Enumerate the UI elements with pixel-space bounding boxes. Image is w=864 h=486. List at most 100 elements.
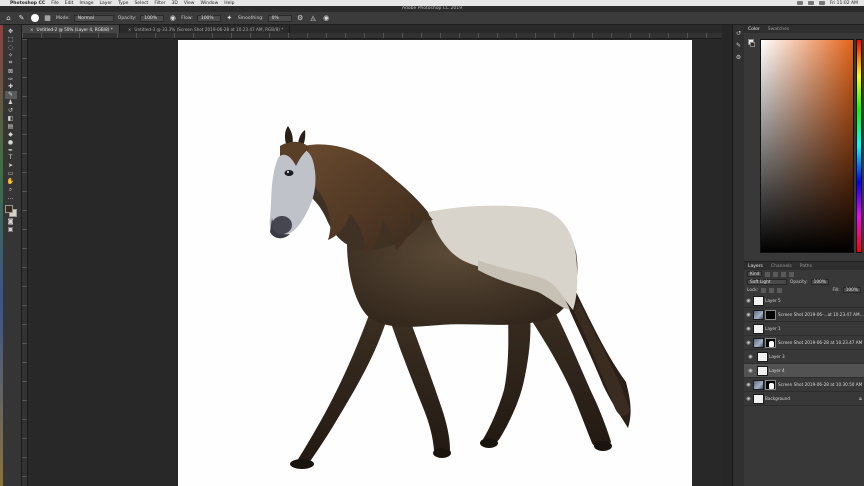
smoothing-field[interactable]: 0% bbox=[267, 14, 292, 22]
lock-all-icon[interactable] bbox=[777, 287, 783, 293]
tab-swatches[interactable]: Swatches bbox=[768, 27, 790, 32]
screen-mode-icon[interactable]: ▣ bbox=[5, 226, 17, 233]
tab-layers[interactable]: Layers bbox=[748, 264, 763, 269]
layer-row[interactable]: ◉ Layer 1 bbox=[744, 322, 864, 336]
filter-pixel-icon[interactable] bbox=[765, 271, 771, 277]
eye-icon[interactable]: ◉ bbox=[744, 298, 753, 304]
brush-tool-icon[interactable]: ✎ bbox=[17, 14, 26, 23]
layer-row[interactable]: ◉ Layer 3 bbox=[744, 350, 864, 364]
pressure-opacity-icon[interactable]: ◉ bbox=[168, 14, 177, 23]
layer-row[interactable]: ◉ Screen Shot 2019-06-28 at 10.23.47 AM bbox=[744, 336, 864, 350]
move-tool-icon[interactable]: ✥ bbox=[5, 28, 17, 35]
eye-icon[interactable]: ◉ bbox=[744, 396, 753, 402]
eye-icon[interactable]: ◉ bbox=[744, 312, 753, 318]
tab-untitled-3[interactable]: × Untitled-3 @ 33.3% (Screen Shot 2019-0… bbox=[120, 25, 291, 33]
status-icon[interactable] bbox=[796, 1, 803, 5]
eye-icon[interactable]: ◉ bbox=[744, 368, 757, 374]
tab-color[interactable]: Color bbox=[748, 27, 760, 32]
tab-channels[interactable]: Channels bbox=[771, 264, 792, 269]
crop-tool-icon[interactable]: ⌗ bbox=[5, 59, 17, 67]
pen-tool-icon[interactable]: ✒ bbox=[5, 146, 17, 154]
layer-row[interactable]: ◉ Layer 5 bbox=[744, 294, 864, 308]
brush-tool-icon[interactable]: ✎ bbox=[4, 91, 17, 99]
gradient-tool-icon[interactable]: ▤ bbox=[5, 123, 17, 130]
frame-tool-icon[interactable]: ⊠ bbox=[5, 67, 17, 75]
layer-row[interactable]: ◉ Background 🔒︎ bbox=[744, 392, 864, 406]
brush-settings-icon[interactable]: ▦ bbox=[43, 14, 52, 23]
lock-icon[interactable]: 🔒︎ bbox=[857, 396, 864, 402]
eyedropper-tool-icon[interactable]: ✑ bbox=[5, 75, 17, 83]
mode-select[interactable]: Normal bbox=[73, 14, 114, 22]
canvas-workspace[interactable] bbox=[28, 39, 722, 486]
menu-type[interactable]: Type bbox=[118, 1, 128, 6]
layer-mask-thumbnail[interactable] bbox=[765, 337, 776, 348]
eye-icon[interactable]: ◉ bbox=[744, 326, 753, 332]
filter-shape-icon[interactable] bbox=[789, 271, 795, 277]
layer-row-selected[interactable]: ◉ Layer 4 bbox=[744, 364, 864, 378]
blur-tool-icon[interactable]: ◆ bbox=[5, 131, 17, 138]
properties-icon[interactable]: ⚙ bbox=[735, 53, 743, 61]
filter-adjust-icon[interactable] bbox=[773, 271, 779, 277]
quick-mask-icon[interactable]: ◙ bbox=[5, 218, 17, 225]
zoom-tool-icon[interactable]: ⌕ bbox=[5, 186, 17, 193]
hue-slider[interactable] bbox=[856, 39, 862, 253]
more-tools-icon[interactable]: … bbox=[5, 194, 17, 201]
filter-type-icon[interactable] bbox=[781, 271, 787, 277]
menu-3d[interactable]: 3D bbox=[171, 1, 177, 6]
color-picker-field[interactable] bbox=[760, 39, 854, 253]
menu-edit[interactable]: Edit bbox=[65, 1, 74, 6]
menu-filter[interactable]: Filter bbox=[154, 1, 165, 6]
layer-opacity-field[interactable]: 100% bbox=[810, 279, 829, 285]
brush-panel-icon[interactable]: ✎ bbox=[735, 41, 743, 49]
angle-icon[interactable]: ◬ bbox=[309, 14, 318, 23]
lasso-tool-icon[interactable]: ◌ bbox=[5, 44, 17, 51]
path-selection-tool-icon[interactable]: ➤ bbox=[5, 162, 17, 169]
eye-icon[interactable]: ◉ bbox=[744, 354, 757, 360]
clock[interactable]: Fri 11:02 AM bbox=[830, 1, 858, 6]
brush-preset-picker[interactable] bbox=[30, 14, 39, 23]
flow-field[interactable]: 100% bbox=[196, 14, 221, 22]
layer-row[interactable]: ◉ Screen Shot 2019-06-28 at 10.30.50 AM bbox=[744, 378, 864, 392]
lock-position-icon[interactable] bbox=[769, 287, 775, 293]
pressure-size-icon[interactable]: ◉ bbox=[322, 14, 331, 23]
wifi-icon[interactable] bbox=[818, 1, 825, 5]
layer-mask-thumbnail[interactable] bbox=[765, 379, 776, 390]
clone-stamp-tool-icon[interactable]: ♟ bbox=[5, 99, 17, 106]
menu-file[interactable]: File bbox=[51, 1, 59, 6]
magic-wand-tool-icon[interactable]: ✧ bbox=[5, 52, 17, 59]
home-icon[interactable]: ⌂ bbox=[4, 14, 13, 23]
document-canvas[interactable] bbox=[178, 40, 692, 486]
menu-layer[interactable]: Layer bbox=[100, 1, 113, 6]
rectangle-tool-icon[interactable]: ▭ bbox=[5, 170, 17, 177]
menu-view[interactable]: View bbox=[184, 1, 195, 6]
menu-image[interactable]: Image bbox=[79, 1, 93, 6]
lock-pixels-icon[interactable] bbox=[761, 287, 767, 293]
foreground-color-swatch[interactable] bbox=[4, 204, 13, 213]
eye-icon[interactable]: ◉ bbox=[744, 382, 753, 388]
dodge-tool-icon[interactable]: ● bbox=[5, 138, 17, 146]
history-brush-tool-icon[interactable]: ↺ bbox=[5, 107, 17, 114]
blend-mode-select[interactable]: Soft Light bbox=[747, 279, 787, 285]
eye-icon[interactable]: ◉ bbox=[744, 340, 753, 346]
opacity-field[interactable]: 100% bbox=[140, 14, 165, 22]
eraser-tool-icon[interactable]: ◧ bbox=[5, 115, 17, 122]
fill-field[interactable]: 100% bbox=[842, 287, 861, 293]
menu-help[interactable]: Help bbox=[224, 1, 234, 6]
healing-brush-tool-icon[interactable]: ✚ bbox=[5, 83, 17, 90]
close-icon[interactable]: × bbox=[30, 27, 34, 32]
background-color-chip[interactable] bbox=[750, 42, 755, 47]
marquee-tool-icon[interactable]: ⬚ bbox=[5, 36, 17, 43]
type-tool-icon[interactable]: T bbox=[5, 154, 17, 161]
menu-select[interactable]: Select bbox=[134, 1, 148, 6]
status-icon[interactable] bbox=[807, 1, 814, 5]
layer-mask-thumbnail[interactable] bbox=[765, 309, 776, 320]
history-icon[interactable]: ↺ bbox=[735, 29, 743, 37]
menu-window[interactable]: Window bbox=[201, 1, 219, 6]
layer-filter-kind[interactable]: Kind bbox=[747, 271, 763, 277]
close-icon[interactable]: × bbox=[128, 27, 132, 32]
tab-paths[interactable]: Paths bbox=[800, 264, 812, 269]
gear-icon[interactable]: ⚙ bbox=[296, 14, 305, 23]
color-swatches[interactable] bbox=[4, 204, 18, 218]
tab-untitled-2[interactable]: × Untitled-2 @ 50% (Layer 4, RGB/8) * bbox=[22, 25, 120, 33]
airbrush-icon[interactable]: ✦ bbox=[225, 14, 234, 23]
